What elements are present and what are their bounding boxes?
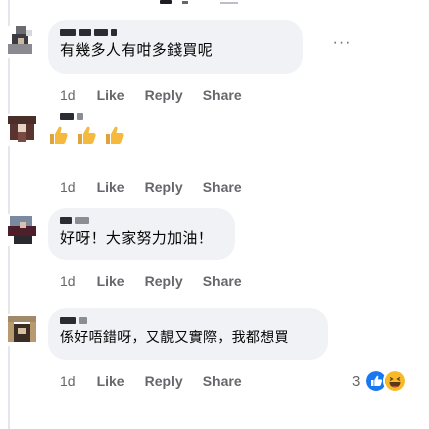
thumbs-up-icon	[106, 126, 124, 144]
comment-timestamp[interactable]: 1d	[60, 87, 76, 103]
comment-text: 係好唔錯呀，又靚又實際，我都想買	[60, 330, 289, 346]
reaction-summary[interactable]: 3	[352, 369, 408, 393]
share-link[interactable]: Share	[203, 179, 242, 195]
commenter-name[interactable]	[60, 28, 291, 36]
reply-link[interactable]: Reply	[145, 179, 183, 195]
comment-bubble: 好呀！大家努力加油！	[48, 208, 235, 260]
comment-thread: 有幾多人有咁多錢買呢 ··· 1d Like Reply Share 1d Li…	[0, 0, 429, 429]
reply-link[interactable]: Reply	[145, 373, 183, 389]
avatar[interactable]	[6, 214, 38, 246]
comment-timestamp[interactable]: 1d	[60, 179, 76, 195]
comment-timestamp[interactable]: 1d	[60, 273, 76, 289]
like-link[interactable]: Like	[97, 373, 125, 389]
fragment-mark	[220, 2, 238, 4]
reaction-count: 3	[352, 372, 361, 390]
commenter-name[interactable]	[60, 316, 316, 324]
commenter-name[interactable]	[60, 112, 126, 120]
thumbs-up-icon	[50, 126, 68, 144]
comment-actions: 1d Like Reply Share	[60, 178, 262, 196]
comment-timestamp[interactable]: 1d	[60, 373, 76, 389]
reply-link[interactable]: Reply	[145, 273, 183, 289]
like-link[interactable]: Like	[97, 273, 125, 289]
share-link[interactable]: Share	[203, 87, 242, 103]
fragment-mark	[182, 1, 188, 4]
comment-actions: 1d Like Reply Share	[60, 272, 262, 290]
like-link[interactable]: Like	[97, 87, 125, 103]
comment-actions: 1d Like Reply Share	[60, 372, 262, 390]
haha-reaction-icon	[383, 369, 408, 393]
thumbs-up-icon	[78, 126, 96, 144]
avatar[interactable]	[6, 314, 38, 346]
comment-content	[48, 112, 126, 146]
share-link[interactable]: Share	[203, 273, 242, 289]
comment-bubble: 係好唔錯呀，又靚又實際，我都想買	[48, 308, 328, 360]
comment-text: 好呀！大家努力加油！	[60, 229, 214, 247]
reply-link[interactable]: Reply	[145, 87, 183, 103]
comment-bubble: 有幾多人有咁多錢買呢	[48, 20, 303, 74]
comment-text: 有幾多人有咁多錢買呢	[60, 41, 214, 59]
comment-actions: 1d Like Reply Share	[60, 86, 262, 104]
avatar[interactable]	[6, 26, 38, 58]
avatar[interactable]	[6, 114, 38, 146]
commenter-name[interactable]	[60, 216, 223, 224]
fragment-mark	[160, 0, 172, 4]
previous-comment-fragment	[160, 0, 280, 6]
share-link[interactable]: Share	[203, 373, 242, 389]
like-link[interactable]: Like	[97, 179, 125, 195]
emoji-thumbs	[48, 124, 126, 146]
more-horizontal-icon[interactable]: ···	[330, 35, 354, 54]
